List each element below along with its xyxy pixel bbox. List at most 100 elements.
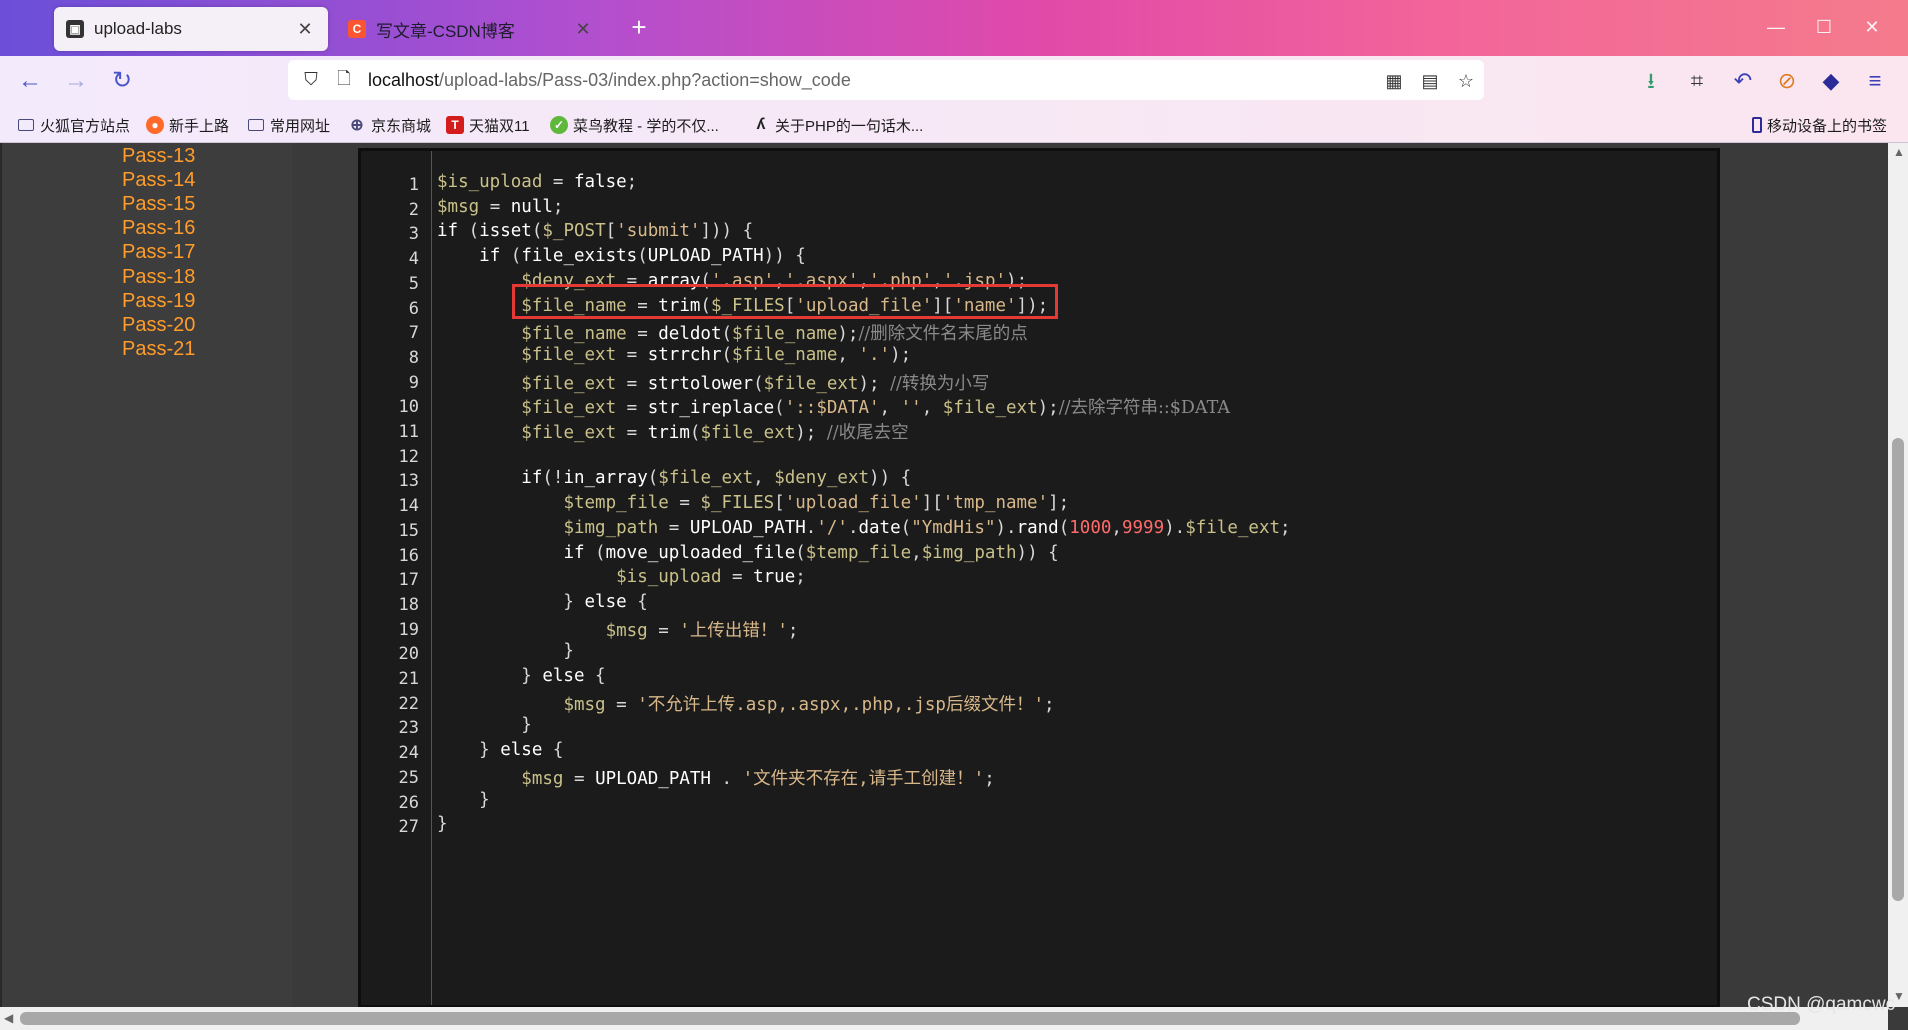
code-token: $file_ext (521, 373, 617, 394)
close-tab-icon[interactable]: ✕ (294, 19, 316, 40)
sidebar-item-pass-13[interactable]: Pass-13 (122, 145, 195, 168)
csdn-watermark: CSDN @qamcwc (1747, 994, 1896, 1015)
minimize-icon[interactable]: — (1756, 10, 1796, 44)
code-token: '::$DATA' (784, 398, 880, 419)
sidebar-item-pass-20[interactable]: Pass-20 (122, 314, 195, 337)
code-token: $file_ext (763, 373, 859, 394)
tab-upload-labs[interactable]: ▣ upload-labs ✕ (54, 7, 328, 51)
code-token: false (573, 172, 627, 192)
address-bar[interactable]: ⛉ 🗋 localhost/upload-labs/Pass-03/index.… (288, 60, 1484, 100)
sidebar-item-pass-15[interactable]: Pass-15 (122, 193, 195, 216)
code-token: ; (795, 567, 806, 588)
code-token: = (647, 620, 680, 641)
tmall-icon: T (446, 116, 464, 134)
vertical-scroll-thumb[interactable] (1892, 438, 1904, 901)
sidebar-item-pass-14[interactable]: Pass-14 (122, 169, 195, 192)
code-line: $file_ext = strrchr($file_name, '.'); (437, 345, 911, 365)
bookmark-newbie[interactable]: ● 新手上路 (146, 114, 229, 136)
bookmark-star-icon[interactable]: ☆ (1454, 69, 1478, 93)
code-token: '文件夹不存在,请手工创建！' (742, 768, 985, 789)
bookmarks-bar: 火狐官方站点 ● 新手上路 常用网址 ⊕ 京东商城 T 天猫双11 ✓ 菜鸟教程… (0, 106, 1908, 143)
url-text[interactable]: localhost/upload-labs/Pass-03/index.php?… (368, 70, 851, 91)
bookmark-jd[interactable]: ⊕ 京东商城 (348, 114, 431, 136)
code-line: $file_name = deldot($file_name);//删除文件名末… (437, 320, 1027, 345)
scroll-left-icon[interactable]: ◀ (4, 1011, 13, 1025)
sidebar-item-pass-18[interactable]: Pass-18 (122, 266, 195, 289)
horizontal-scroll-thumb[interactable] (20, 1012, 1800, 1025)
code-token: $is_upload (437, 172, 543, 192)
code-token: $file_ext (1185, 517, 1281, 538)
undo-arrow-icon[interactable]: ↶ (1726, 64, 1760, 98)
tab-title: 写文章-CSDN博客 (376, 21, 515, 41)
download-icon[interactable]: ⭳ (1634, 64, 1668, 98)
sidebar-item-pass-21[interactable]: Pass-21 (122, 338, 195, 361)
bookmark-tmall[interactable]: T 天猫双11 (446, 114, 530, 136)
code-token: ]; (1048, 493, 1070, 514)
code-token: , (921, 398, 943, 419)
extension-icon[interactable]: ◆ (1814, 64, 1848, 98)
bookmark-label: 火狐官方站点 (40, 117, 131, 135)
bookmark-firefox-official[interactable]: 火狐官方站点 (18, 114, 130, 136)
reader-view-icon[interactable]: ▤ (1418, 69, 1442, 93)
code-token: else (500, 740, 543, 761)
code-token: 'upload_file' (784, 493, 922, 514)
code-token: = (605, 694, 638, 715)
code-token: } (437, 666, 543, 686)
code-token: ; (1044, 694, 1055, 715)
qr-code-icon[interactable]: ▦ (1382, 69, 1406, 93)
close-window-icon[interactable]: ✕ (1852, 10, 1892, 44)
code-line: $msg = null; (437, 197, 563, 217)
code-token: "YmdHis" (911, 517, 996, 538)
sidebar-item-pass-19[interactable]: Pass-19 (122, 290, 195, 313)
blocker-icon[interactable]: ⊘ (1770, 64, 1804, 98)
code-token: . (805, 517, 817, 538)
code-token: else (542, 666, 585, 686)
shield-icon[interactable]: ⛉ (300, 68, 322, 90)
code-line: } else { (437, 740, 563, 760)
tab-csdn[interactable]: C 写文章-CSDN博客 ✕ (336, 7, 606, 51)
vertical-scrollbar[interactable]: ▲ ▼ (1888, 143, 1908, 1007)
reload-icon[interactable]: ↻ (104, 64, 140, 98)
screenshot-crop-icon[interactable]: ⌗ (1680, 64, 1714, 98)
line-number: 3 (408, 224, 419, 245)
menu-icon[interactable]: ≡ (1858, 64, 1892, 98)
code-line: $is_upload = false; (437, 172, 637, 192)
code-token: if (521, 468, 543, 489)
code-token: UPLOAD_PATH (647, 246, 764, 267)
sidebar-item-pass-16[interactable]: Pass-16 (122, 217, 195, 240)
page-info-icon[interactable]: 🗋 (334, 68, 354, 90)
code-token: ( (1058, 517, 1070, 538)
maximize-icon[interactable]: ☐ (1804, 10, 1844, 44)
code-token: ); (795, 423, 827, 443)
code-token: '上传出错！' (679, 620, 788, 641)
scroll-up-icon[interactable]: ▲ (1893, 145, 1905, 159)
code-token: $file_ext (521, 344, 617, 365)
line-number: 27 (398, 817, 419, 838)
forward-arrow-icon[interactable]: → (58, 64, 94, 98)
code-token: ); (858, 373, 891, 394)
new-tab-icon[interactable]: + (622, 10, 656, 44)
horizontal-scrollbar[interactable]: ◀ (0, 1007, 1888, 1030)
firefox-icon: ● (146, 116, 164, 134)
code-panel: 1 2 3 4 5 6 7 8 9 10 11 12 13 14 15 16 17 18 19 20 21 22 23 24 2… (358, 148, 1720, 1008)
back-arrow-icon[interactable]: ← (12, 64, 48, 98)
code-token: (! (542, 468, 564, 489)
code-token: ). (1164, 517, 1186, 538)
line-number: 25 (398, 767, 419, 788)
code-token: )) { (1016, 542, 1059, 563)
sidebar-item-pass-17[interactable]: Pass-17 (122, 241, 195, 264)
bookmark-php-one-liner[interactable]: ʎ 关于PHP的一句话木... (752, 114, 924, 136)
code-token: date (858, 517, 901, 538)
bookmark-common-sites[interactable]: 常用网址 (248, 114, 330, 136)
code-token: null (510, 196, 553, 217)
bookmark-runoob[interactable]: ✓ 菜鸟教程 - 学的不仅... (550, 114, 719, 136)
code-token: = (626, 324, 659, 345)
code-token: UPLOAD_PATH (595, 768, 711, 789)
close-tab-icon[interactable]: ✕ (572, 19, 594, 40)
code-token: '.' (858, 344, 891, 365)
bookmark-mobile[interactable]: 移动设备上的书签 (1752, 114, 1887, 136)
